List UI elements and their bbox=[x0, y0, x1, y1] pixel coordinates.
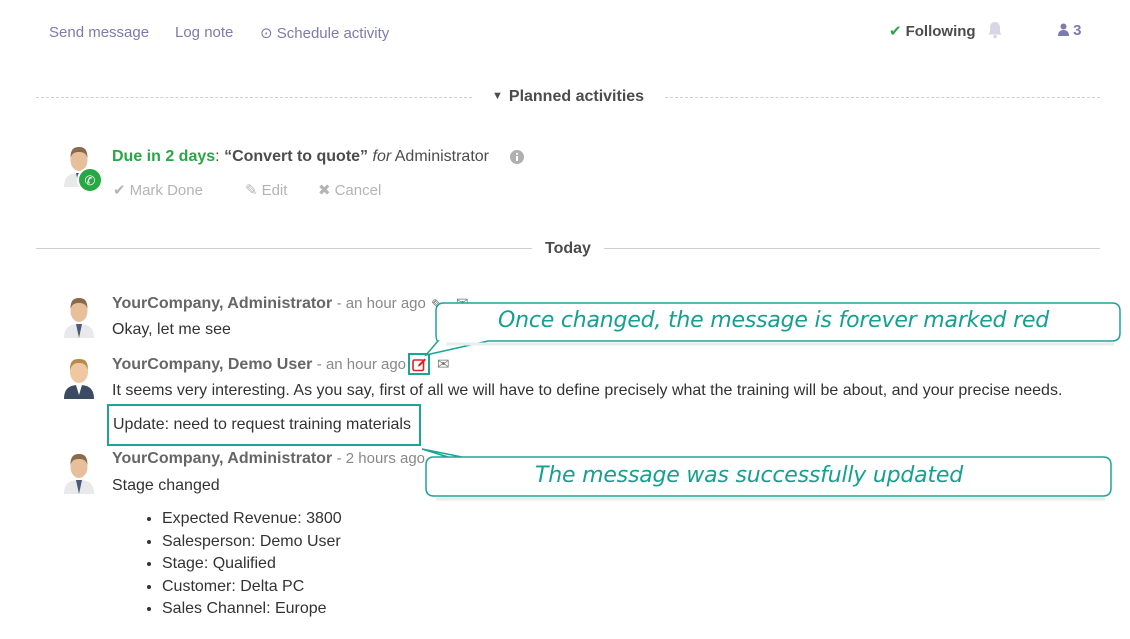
check-icon: ✔ bbox=[889, 23, 902, 40]
clock-icon: ⊙ bbox=[260, 25, 273, 42]
bell-icon[interactable] bbox=[987, 21, 1003, 39]
tracking-changes: Expected Revenue: 3800 Salesperson: Demo… bbox=[112, 508, 342, 621]
envelope-icon[interactable]: ✉ bbox=[437, 355, 450, 373]
cancel-label: Cancel bbox=[334, 182, 382, 199]
caret-down-icon: ▼ bbox=[492, 90, 503, 102]
message-body: Stage changed bbox=[112, 477, 220, 494]
separator-line bbox=[36, 97, 472, 98]
cancel-activity-button[interactable]: ✖ Cancel bbox=[318, 181, 381, 199]
pencil-icon: ✎ bbox=[245, 182, 258, 199]
avatar bbox=[64, 359, 94, 399]
message-update: Update: need to request training materia… bbox=[113, 416, 411, 433]
avatar bbox=[64, 454, 94, 494]
planned-activities-title: Planned activities bbox=[508, 88, 645, 105]
message-time: - an hour ago bbox=[336, 295, 426, 312]
message-author: YourCompany, Demo User bbox=[112, 356, 313, 373]
separator-line bbox=[665, 97, 1100, 98]
check-icon: ✔ bbox=[113, 182, 126, 199]
mark-done-button[interactable]: ✔ Mark Done bbox=[113, 181, 203, 199]
edited-marker[interactable] bbox=[408, 353, 430, 375]
updated-message-highlight: Update: need to request training materia… bbox=[107, 404, 421, 446]
send-message-button[interactable]: Send message bbox=[49, 24, 149, 41]
list-item: Expected Revenue: 3800 bbox=[162, 508, 342, 531]
followers-count: 3 bbox=[1073, 22, 1082, 39]
envelope-icon[interactable]: ✉ bbox=[456, 294, 469, 312]
list-item: Customer: Delta PC bbox=[162, 576, 342, 599]
user-icon bbox=[1058, 23, 1069, 36]
separator-line bbox=[36, 248, 532, 249]
phone-call-badge: ✆ bbox=[77, 167, 103, 193]
schedule-activity-label: Schedule activity bbox=[276, 25, 390, 42]
list-item: Salesperson: Demo User bbox=[162, 531, 342, 554]
message-author: YourCompany, Administrator bbox=[112, 295, 333, 312]
mark-done-label: Mark Done bbox=[129, 182, 203, 199]
following-label: Following bbox=[905, 23, 976, 40]
message-header: YourCompany, Administrator - an hour ago bbox=[112, 295, 426, 313]
edit-message-icon[interactable]: ✎ bbox=[431, 296, 444, 314]
phone-icon: ✆ bbox=[84, 172, 96, 188]
message-header: YourCompany, Demo User - an hour ago bbox=[112, 356, 406, 374]
callout-marked-red: Once changed, the message is forever mar… bbox=[498, 308, 1050, 333]
message-body: It seems very interesting. As you say, f… bbox=[112, 382, 1063, 399]
activity-summary: Due in 2 days: “Convert to quote” for Ad… bbox=[112, 148, 489, 166]
activity-assignee: Administrator bbox=[394, 148, 489, 165]
followers-button[interactable]: 3 bbox=[1058, 22, 1082, 39]
activity-colon: : bbox=[215, 148, 220, 165]
list-item: Sales Channel: Europe bbox=[162, 598, 342, 621]
schedule-activity-button[interactable]: ⊙ Schedule activity bbox=[260, 24, 389, 42]
callout-updated: The message was successfully updated bbox=[535, 463, 963, 488]
activity-title: “Convert to quote” bbox=[224, 148, 369, 165]
info-icon[interactable] bbox=[510, 150, 524, 164]
message-author: YourCompany, Administrator bbox=[112, 450, 333, 467]
message-body: Okay, let me see bbox=[112, 321, 231, 338]
log-note-button[interactable]: Log note bbox=[175, 24, 233, 41]
today-label: Today bbox=[545, 240, 591, 257]
following-button[interactable]: ✔ Following bbox=[889, 22, 976, 40]
message-header: YourCompany, Administrator - 2 hours ago bbox=[112, 450, 425, 468]
edit-label: Edit bbox=[261, 182, 288, 199]
times-icon: ✖ bbox=[318, 182, 331, 199]
edit-activity-button[interactable]: ✎ Edit bbox=[245, 181, 287, 199]
planned-activities-toggle[interactable]: ▼ Planned activities bbox=[492, 88, 644, 106]
activity-for: for bbox=[372, 148, 392, 165]
separator-line bbox=[604, 248, 1100, 249]
avatar bbox=[64, 298, 94, 338]
list-item: Stage: Qualified bbox=[162, 553, 342, 576]
message-time: - an hour ago bbox=[316, 356, 407, 373]
edit-square-icon bbox=[411, 358, 426, 371]
activity-due: Due in 2 days bbox=[112, 148, 216, 165]
message-time: - 2 hours ago bbox=[336, 450, 426, 467]
